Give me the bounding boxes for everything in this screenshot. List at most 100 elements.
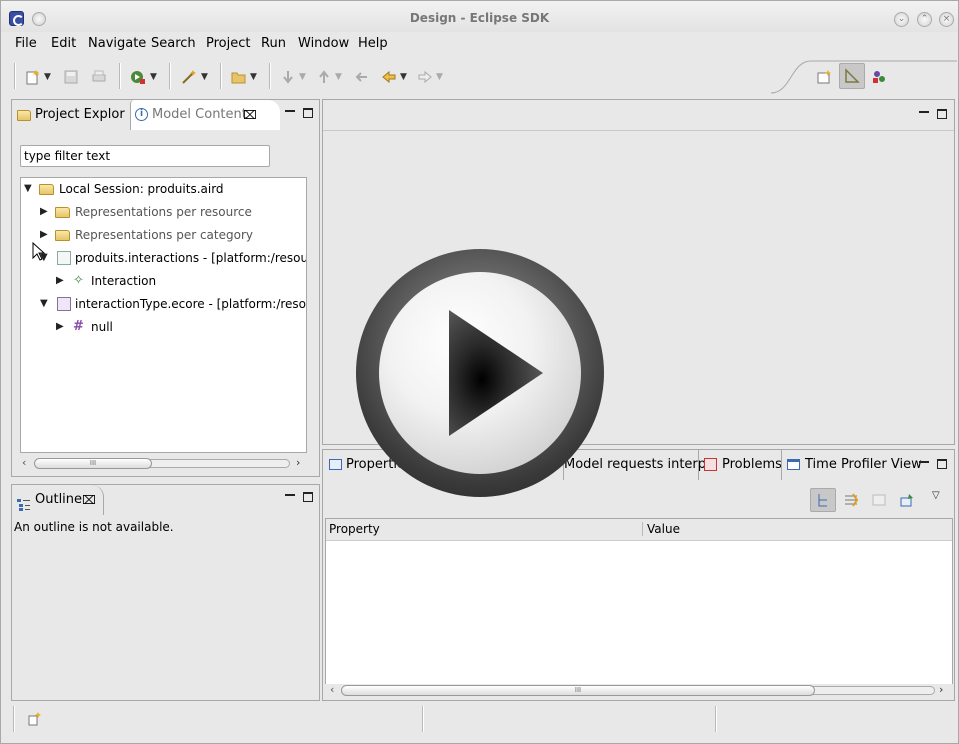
tab-problems[interactable]: Problems xyxy=(698,450,782,480)
maximize-window-button[interactable]: ⌃ xyxy=(917,12,932,27)
last-edit-icon[interactable] xyxy=(354,69,370,85)
filter-input[interactable] xyxy=(20,145,270,167)
tree-item-label: Representations per category xyxy=(75,228,253,242)
scroll-right-icon[interactable]: › xyxy=(296,456,300,469)
tool-dropdown-icon[interactable]: ▼ xyxy=(201,72,208,82)
show-categories-button[interactable] xyxy=(810,488,836,512)
new-icon[interactable] xyxy=(25,69,41,85)
model-file-icon xyxy=(57,251,71,265)
minimize-view-button[interactable] xyxy=(919,461,929,463)
minimize-view-button[interactable] xyxy=(285,494,295,496)
restore-default-icon[interactable] xyxy=(871,492,887,508)
debug-perspective-icon[interactable] xyxy=(871,69,887,85)
close-window-button[interactable]: × xyxy=(939,12,954,27)
menu-file[interactable]: File xyxy=(15,36,37,51)
package-icon: # xyxy=(73,319,84,334)
time-profiler-icon xyxy=(787,459,800,470)
horizontal-scrollbar[interactable]: ‹ III › xyxy=(325,683,953,698)
tree-item[interactable]: ▶ Representations per category xyxy=(21,225,306,245)
tab-time-profiler[interactable]: Time Profiler View xyxy=(781,450,922,480)
scroll-thumb[interactable]: III xyxy=(341,685,815,696)
maximize-view-button[interactable] xyxy=(937,459,947,469)
tab-time-profiler-label: Time Profiler View xyxy=(805,457,922,472)
menu-search[interactable]: Search xyxy=(151,36,196,51)
show-advanced-icon[interactable] xyxy=(843,492,859,508)
scroll-left-icon[interactable]: ‹ xyxy=(330,683,334,696)
pin-view-icon[interactable] xyxy=(899,492,915,508)
run-dropdown-icon[interactable]: ▼ xyxy=(150,72,157,82)
view-menu-icon[interactable]: ▽ xyxy=(932,490,940,501)
menu-help[interactable]: Help xyxy=(358,36,388,51)
outline-view: Outline ⌧ An outline is not available. xyxy=(11,484,320,701)
menu-edit[interactable]: Edit xyxy=(51,36,76,51)
forward-dropdown-icon[interactable]: ▼ xyxy=(436,72,443,82)
design-perspective-button[interactable] xyxy=(839,63,865,89)
minimize-editor-button[interactable] xyxy=(919,111,929,113)
menu-window[interactable]: Window xyxy=(298,36,349,51)
menu-navigate[interactable]: Navigate xyxy=(88,36,146,51)
expanded-chevron-icon[interactable]: ▼ xyxy=(24,179,32,199)
maximize-view-button[interactable] xyxy=(303,108,313,118)
status-separator xyxy=(13,706,15,732)
next-annotation-dropdown-icon[interactable]: ▼ xyxy=(299,72,306,82)
tab-model-content[interactable]: i Model Content ⌧ xyxy=(130,100,280,130)
status-separator xyxy=(422,706,424,732)
column-header-property[interactable]: Property xyxy=(329,522,380,536)
tree-item[interactable]: ▶ Representations per resource xyxy=(21,202,306,222)
back-icon[interactable] xyxy=(381,69,397,85)
column-header-value[interactable]: Value xyxy=(647,522,680,536)
tree-item[interactable]: ▶ # null xyxy=(21,317,306,337)
print-icon[interactable] xyxy=(91,69,107,85)
toolbar-separator xyxy=(269,63,271,89)
column-divider[interactable] xyxy=(642,522,643,536)
maximize-editor-button[interactable] xyxy=(937,109,947,119)
tab-project-explorer-label: Project Explor xyxy=(35,107,125,122)
close-tab-icon[interactable]: ⌧ xyxy=(243,100,257,130)
prev-annotation-icon[interactable] xyxy=(316,69,332,85)
menu-project[interactable]: Project xyxy=(206,36,250,51)
minimize-view-button[interactable] xyxy=(285,110,295,112)
tree-item[interactable]: ▼ produits.interactions - [platform:/res… xyxy=(21,248,306,268)
problems-icon xyxy=(704,458,717,471)
maximize-view-button[interactable] xyxy=(303,492,313,502)
horizontal-scrollbar[interactable]: ‹ III › xyxy=(20,456,307,471)
collapsed-chevron-icon[interactable]: ▶ xyxy=(56,271,64,291)
close-tab-icon[interactable]: ⌧ xyxy=(82,485,96,515)
back-dropdown-icon[interactable]: ▼ xyxy=(400,72,407,82)
tree-item[interactable]: ▼ Local Session: produits.aird xyxy=(21,179,306,199)
folder-icon xyxy=(55,230,70,241)
scroll-right-icon[interactable]: › xyxy=(939,683,943,696)
collapsed-chevron-icon[interactable]: ▶ xyxy=(56,317,64,337)
properties-view: Properties Model requests interpr Proble… xyxy=(322,449,955,701)
categories-icon xyxy=(818,494,827,507)
minimize-window-button[interactable]: ⌄ xyxy=(894,12,909,27)
expanded-chevron-icon[interactable]: ▼ xyxy=(40,294,48,314)
tab-project-explorer[interactable]: Project Explor xyxy=(12,100,130,130)
prev-annotation-dropdown-icon[interactable]: ▼ xyxy=(335,72,342,82)
tab-outline[interactable]: Outline ⌧ xyxy=(12,485,104,515)
tree-item-label: null xyxy=(91,320,113,334)
properties-table: Property Value xyxy=(325,518,953,698)
status-bar xyxy=(1,701,958,743)
scroll-left-icon[interactable]: ‹ xyxy=(22,456,26,469)
collapsed-chevron-icon[interactable]: ▶ xyxy=(40,202,48,222)
title-bar: Design - Eclipse SDK ⌄ ⌃ × xyxy=(1,1,958,32)
new-dropdown-icon[interactable]: ▼ xyxy=(44,72,51,82)
tree-item[interactable]: ▶ ✧ Interaction xyxy=(21,271,306,291)
save-icon[interactable] xyxy=(63,69,79,85)
open-dropdown-icon[interactable]: ▼ xyxy=(250,72,257,82)
run-config-icon[interactable] xyxy=(130,69,146,85)
outline-message: An outline is not available. xyxy=(14,520,174,534)
forward-icon[interactable] xyxy=(417,69,433,85)
scroll-thumb[interactable]: III xyxy=(34,458,152,469)
folder-icon xyxy=(55,207,70,218)
tree-item[interactable]: ▼ interactionType.ecore - [platform:/res… xyxy=(21,294,306,314)
open-perspective-icon[interactable] xyxy=(816,69,832,85)
next-annotation-icon[interactable] xyxy=(280,69,296,85)
tab-model-requests[interactable]: Model requests interpr xyxy=(563,450,711,480)
tool-wand-icon[interactable] xyxy=(181,69,197,85)
fast-view-icon[interactable] xyxy=(27,711,43,727)
menu-run[interactable]: Run xyxy=(261,36,286,51)
open-folder-icon[interactable] xyxy=(231,69,247,85)
play-icon[interactable] xyxy=(441,306,551,441)
